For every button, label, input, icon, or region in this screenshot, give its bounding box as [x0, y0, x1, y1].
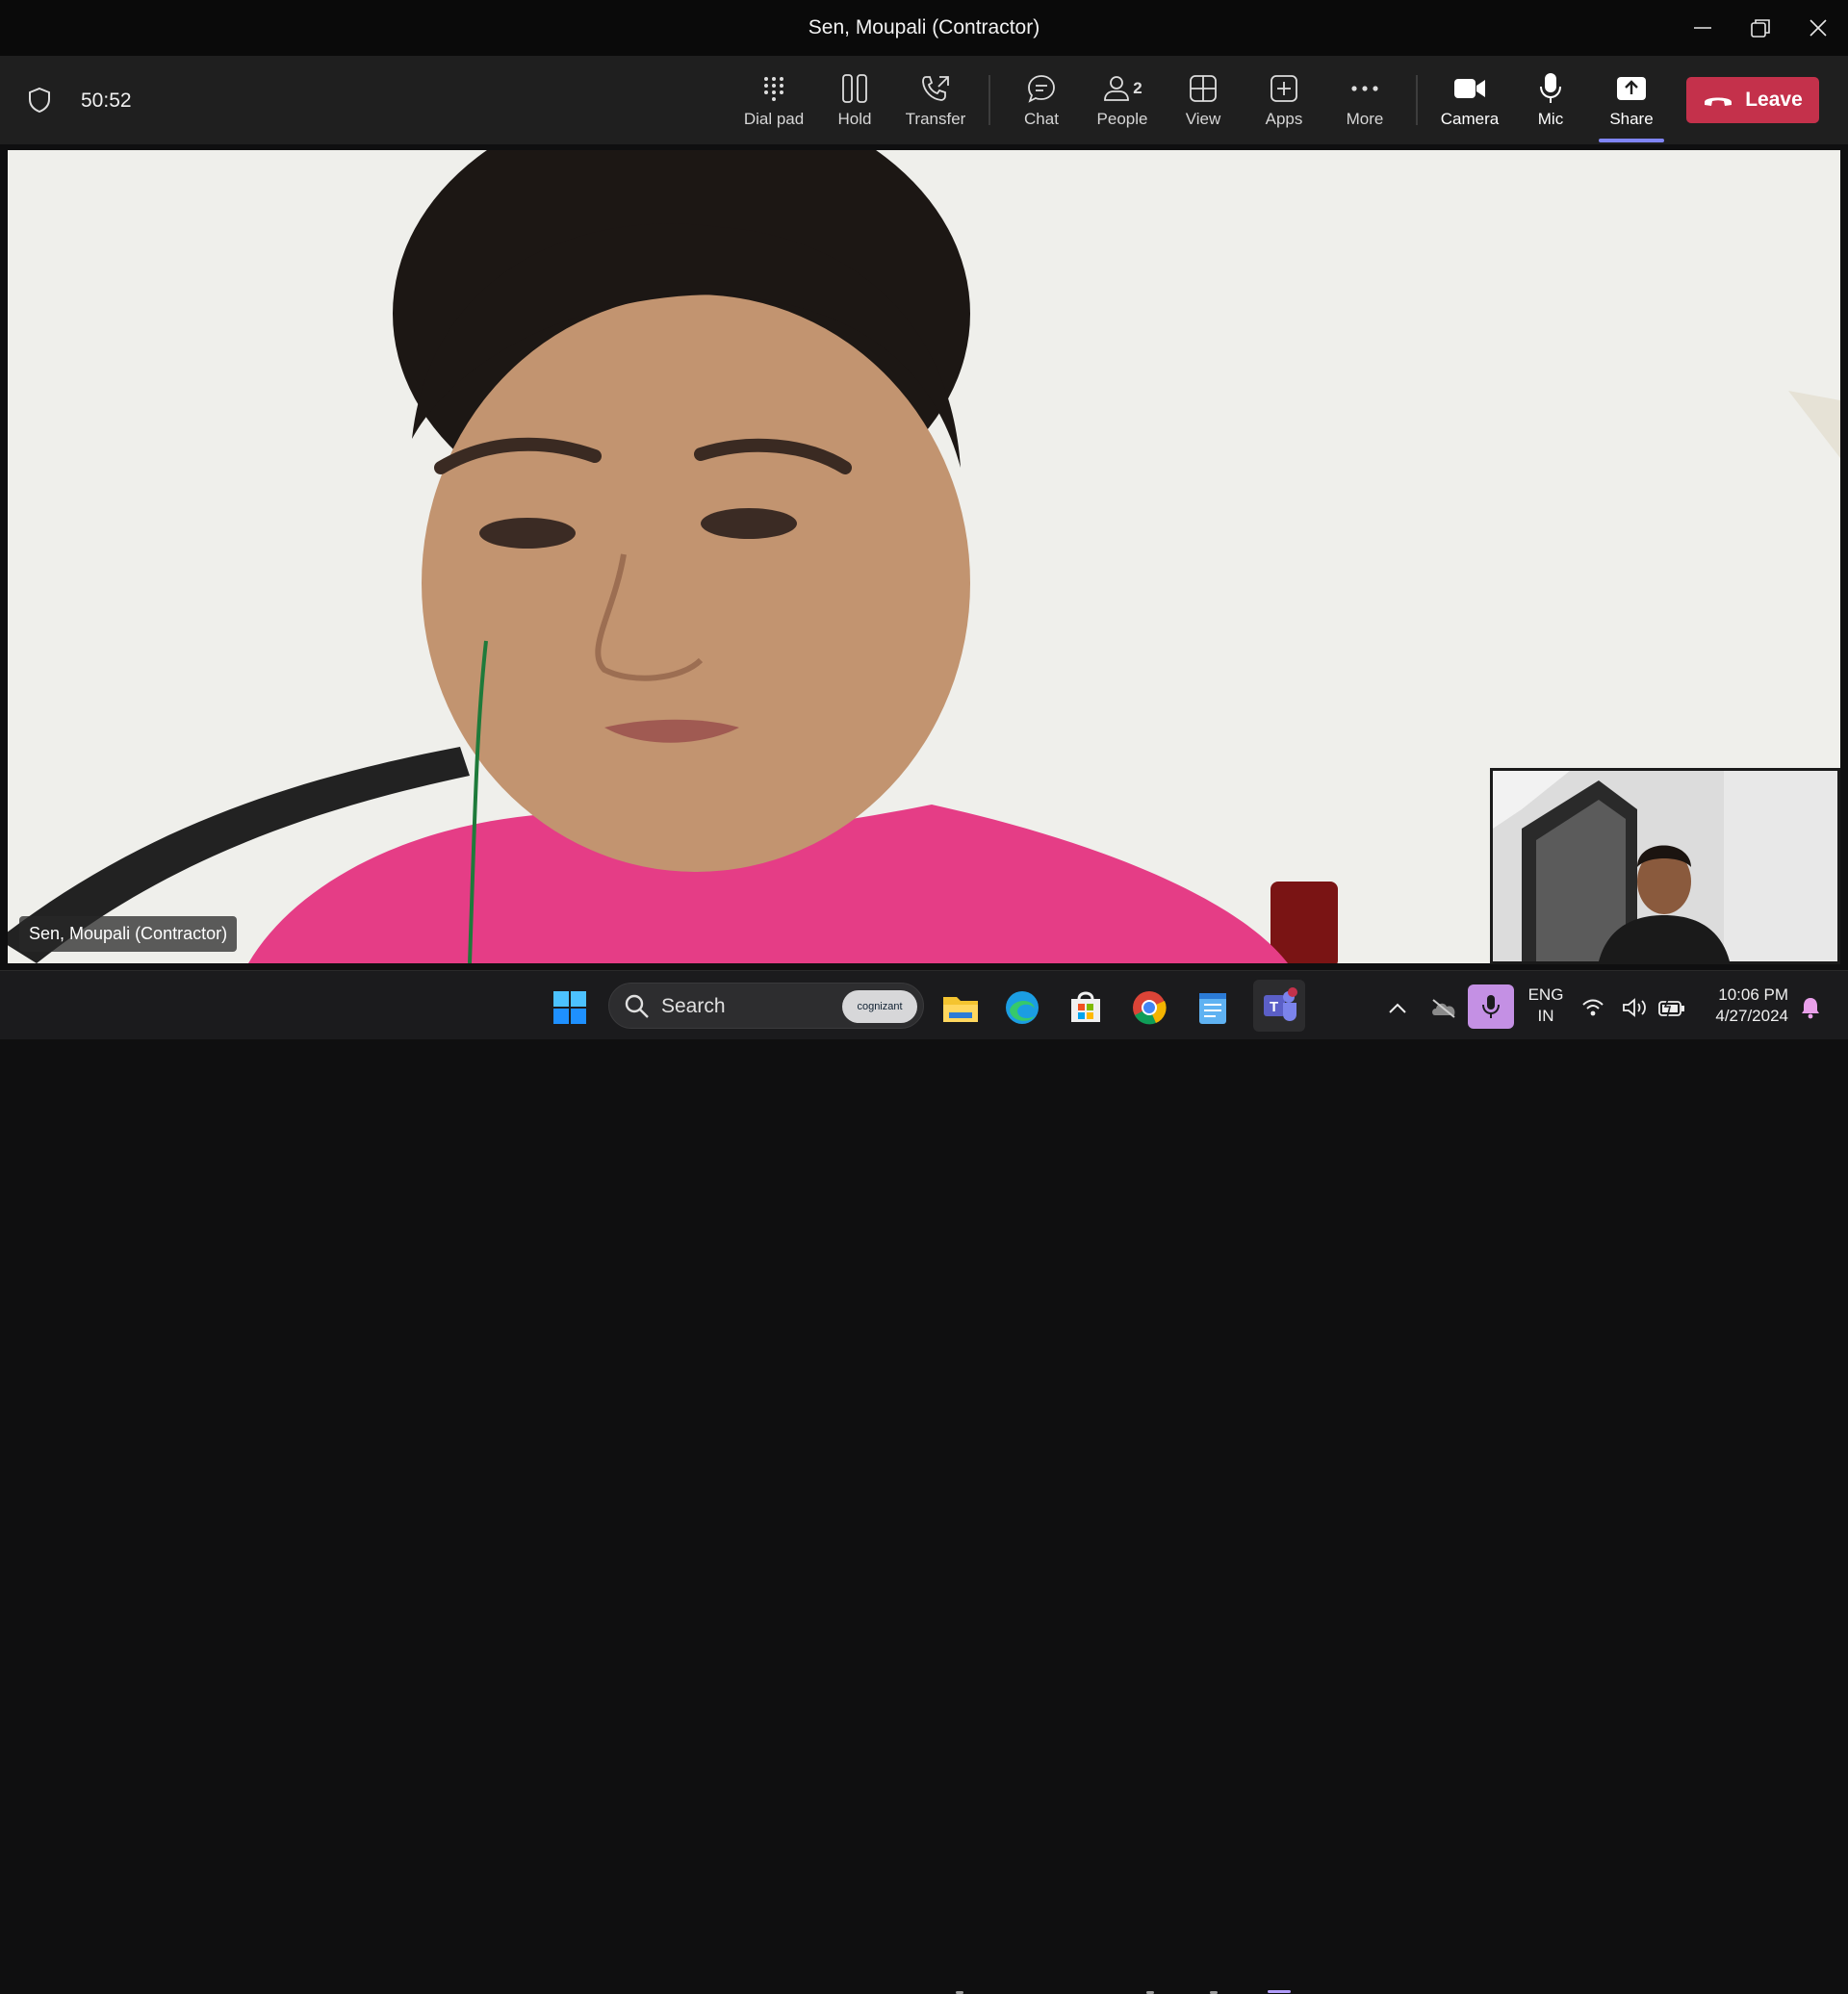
onedrive-icon — [1432, 999, 1455, 1018]
toolbar-divider — [988, 75, 990, 125]
store-button[interactable] — [1065, 986, 1107, 1029]
clock[interactable]: 10:06 PM 4/27/2024 — [1696, 984, 1788, 1027]
teams-icon: T — [1264, 987, 1297, 1021]
phone-hangup-icon — [1705, 97, 1732, 106]
language-code: ENG — [1527, 985, 1564, 1004]
chat-icon — [1028, 75, 1055, 103]
dial-pad-label: Dial pad — [743, 110, 805, 128]
input-language-indicator[interactable]: ENG IN — [1523, 984, 1569, 1027]
meeting-timer: 50:52 — [81, 89, 132, 112]
chat-label: Chat — [1024, 110, 1059, 128]
leave-button[interactable]: Leave — [1686, 77, 1819, 123]
windows-start-icon — [553, 991, 586, 1024]
search-label: Search — [661, 995, 726, 1017]
view-label: View — [1185, 110, 1221, 128]
svg-text:T: T — [1270, 999, 1278, 1015]
restore-icon — [1751, 19, 1770, 38]
toolbar-divider — [1416, 75, 1418, 125]
share-button[interactable]: Share — [1591, 69, 1672, 133]
transfer-label: Transfer — [905, 110, 966, 128]
leave-label: Leave — [1745, 89, 1803, 111]
clock-date: 4/27/2024 — [1715, 1007, 1788, 1025]
window-titlebar: Sen, Moupali (Contractor) — [0, 0, 1848, 56]
search-brand-badge: cognizant — [842, 990, 917, 1023]
self-view-video — [1490, 768, 1840, 964]
minimize-icon — [1694, 27, 1711, 29]
chrome-icon — [1133, 991, 1167, 1025]
notifications-button[interactable] — [1796, 986, 1825, 1029]
active-app-indicator — [1268, 1990, 1291, 1993]
apps-label: Apps — [1265, 110, 1303, 128]
people-label: People — [1096, 110, 1148, 128]
meeting-toolbar: 50:52 Dial pad Hold Transfer Chat 2 Peop… — [0, 56, 1848, 144]
mic-button[interactable]: Mic — [1510, 69, 1591, 133]
more-label: More — [1346, 110, 1384, 128]
notification-bell-icon — [1802, 998, 1819, 1019]
people-button[interactable]: 2 People — [1082, 69, 1163, 133]
transfer-button[interactable]: Transfer — [895, 69, 976, 133]
share-label: Share — [1609, 110, 1654, 128]
taskbar-search[interactable]: Search cognizant — [608, 983, 924, 1029]
mic-icon — [1540, 73, 1561, 103]
file-explorer-icon — [943, 997, 978, 1022]
apps-button[interactable]: Apps — [1244, 69, 1324, 133]
onedrive-button[interactable] — [1423, 986, 1465, 1029]
minimize-button[interactable] — [1675, 8, 1731, 48]
shield-icon[interactable] — [27, 87, 52, 114]
hold-icon — [842, 74, 867, 103]
edge-button[interactable] — [1001, 986, 1043, 1029]
battery-icon — [1658, 997, 1684, 1018]
microphone-icon — [1482, 995, 1500, 1018]
volume-status[interactable] — [1621, 986, 1650, 1029]
chat-button[interactable]: Chat — [1001, 69, 1082, 133]
share-active-indicator — [1599, 139, 1664, 142]
camera-icon — [1454, 79, 1485, 98]
more-button[interactable]: More — [1324, 69, 1405, 133]
clock-time: 10:06 PM — [1718, 985, 1788, 1004]
microphone-in-use-indicator[interactable] — [1468, 984, 1514, 1029]
battery-status[interactable] — [1656, 986, 1688, 1029]
mic-label: Mic — [1537, 110, 1564, 128]
share-icon — [1617, 77, 1646, 100]
participant-name-tag: Sen, Moupali (Contractor) — [19, 916, 238, 952]
apps-icon — [1270, 75, 1297, 102]
chevron-up-icon — [1389, 1003, 1406, 1013]
view-button[interactable]: View — [1163, 69, 1244, 133]
wifi-status[interactable] — [1578, 986, 1607, 1029]
close-button[interactable] — [1790, 8, 1846, 48]
window-title: Sen, Moupali (Contractor) — [808, 16, 1040, 38]
camera-button[interactable]: Camera — [1429, 69, 1510, 133]
windows-taskbar: Search cognizant T ENG IN 10:06 PM 4/27/… — [0, 970, 1848, 1994]
hold-label: Hold — [837, 110, 872, 128]
transfer-icon — [922, 76, 949, 101]
self-view-feed — [1493, 771, 1837, 961]
search-icon — [625, 994, 649, 1018]
language-region: IN — [1537, 1007, 1554, 1025]
people-count: 2 — [1133, 79, 1142, 97]
dial-pad-button[interactable]: Dial pad — [733, 69, 814, 133]
store-icon — [1071, 991, 1100, 1022]
edge-icon — [1006, 991, 1039, 1024]
more-icon — [1351, 86, 1378, 91]
people-icon — [1104, 76, 1130, 101]
view-icon — [1190, 75, 1217, 102]
show-hidden-icons-button[interactable] — [1376, 986, 1419, 1029]
hold-button[interactable]: Hold — [814, 69, 895, 133]
file-explorer-button[interactable] — [939, 986, 982, 1029]
wifi-icon — [1582, 999, 1604, 1016]
close-icon — [1810, 19, 1827, 37]
restore-button[interactable] — [1732, 8, 1788, 48]
notepad-icon — [1199, 993, 1226, 1024]
camera-label: Camera — [1440, 110, 1500, 128]
dialpad-icon — [764, 77, 783, 101]
start-button[interactable] — [549, 986, 591, 1029]
volume-icon — [1623, 998, 1646, 1017]
chrome-button[interactable] — [1128, 986, 1170, 1029]
teams-button[interactable]: T — [1253, 980, 1305, 1032]
notepad-button[interactable] — [1192, 986, 1234, 1029]
